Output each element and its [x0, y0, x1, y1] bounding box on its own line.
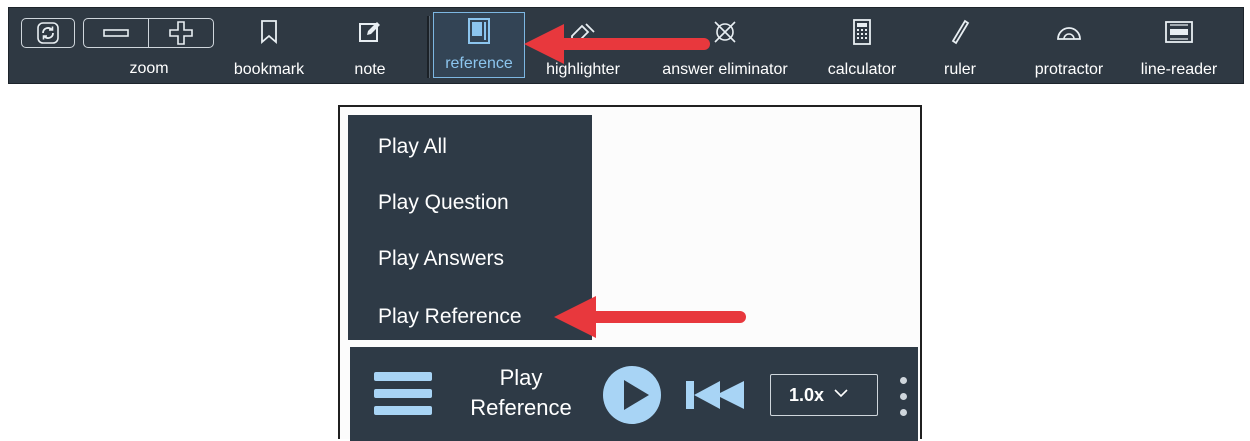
play-icon[interactable]	[602, 365, 662, 425]
zoom-in-button[interactable]	[148, 18, 214, 48]
annotation-arrow-reference	[524, 24, 710, 64]
toolbar-divider	[427, 16, 430, 78]
dot	[900, 377, 907, 384]
chevron-down-icon	[834, 389, 848, 398]
tool-reference[interactable]: reference	[433, 12, 525, 78]
audio-player-panel: Play All Play Question Play Answers Play…	[338, 105, 922, 441]
zoom-group: zoom	[21, 14, 219, 80]
tool-line-reader[interactable]: line-reader	[1131, 8, 1227, 83]
menu-item-play-answers[interactable]: Play Answers	[378, 247, 504, 271]
line-reader-icon	[1165, 21, 1193, 43]
zoom-out-button[interactable]	[83, 18, 149, 48]
reference-icon	[468, 18, 490, 44]
hamburger-line	[374, 389, 432, 398]
dot	[900, 409, 907, 416]
tool-label: line-reader	[1140, 61, 1218, 78]
rewind-icon[interactable]	[684, 379, 748, 411]
refresh-icon	[37, 22, 59, 44]
answer-eliminator-icon	[714, 21, 736, 43]
playback-speed-value: 1.0x	[789, 384, 825, 405]
menu-toggle-button[interactable]	[374, 372, 434, 416]
more-options-icon[interactable]	[896, 377, 912, 417]
plus-icon	[169, 21, 193, 45]
minus-icon	[103, 29, 129, 37]
calculator-icon	[853, 19, 871, 45]
tool-label: protractor	[1034, 61, 1104, 78]
player-controls: Play Reference 1.0x	[350, 347, 918, 441]
zoom-label: zoom	[129, 60, 169, 77]
tool-ruler[interactable]: ruler	[935, 8, 985, 83]
tool-label: ruler	[943, 61, 976, 78]
menu-item-play-all[interactable]: Play All	[378, 135, 447, 159]
tool-bookmark[interactable]: bookmark	[227, 8, 311, 83]
tool-label: reference	[445, 55, 513, 72]
dot	[900, 393, 907, 400]
annotation-arrow-play-reference	[554, 296, 746, 338]
bookmark-icon	[261, 20, 277, 44]
playback-speed-select[interactable]: 1.0x	[770, 374, 878, 416]
current-mode-line1: Play	[499, 365, 543, 390]
tool-calculator[interactable]: calculator	[819, 8, 905, 83]
protractor-icon	[1057, 27, 1081, 40]
tool-note[interactable]: note	[343, 8, 397, 83]
tool-label: calculator	[827, 61, 897, 78]
hamburger-line	[374, 406, 432, 415]
menu-item-play-question[interactable]: Play Question	[378, 191, 509, 215]
tool-protractor[interactable]: protractor	[1021, 8, 1117, 83]
tool-label: note	[354, 61, 386, 78]
hamburger-line	[374, 372, 432, 381]
current-mode-line2: Reference	[470, 395, 572, 420]
current-mode-label: Play Reference	[460, 363, 582, 423]
zoom-reset-button[interactable]	[21, 18, 75, 48]
ruler-icon	[951, 19, 970, 45]
tool-label: bookmark	[233, 61, 305, 78]
menu-item-play-reference[interactable]: Play Reference	[378, 305, 522, 329]
note-icon	[359, 22, 380, 42]
